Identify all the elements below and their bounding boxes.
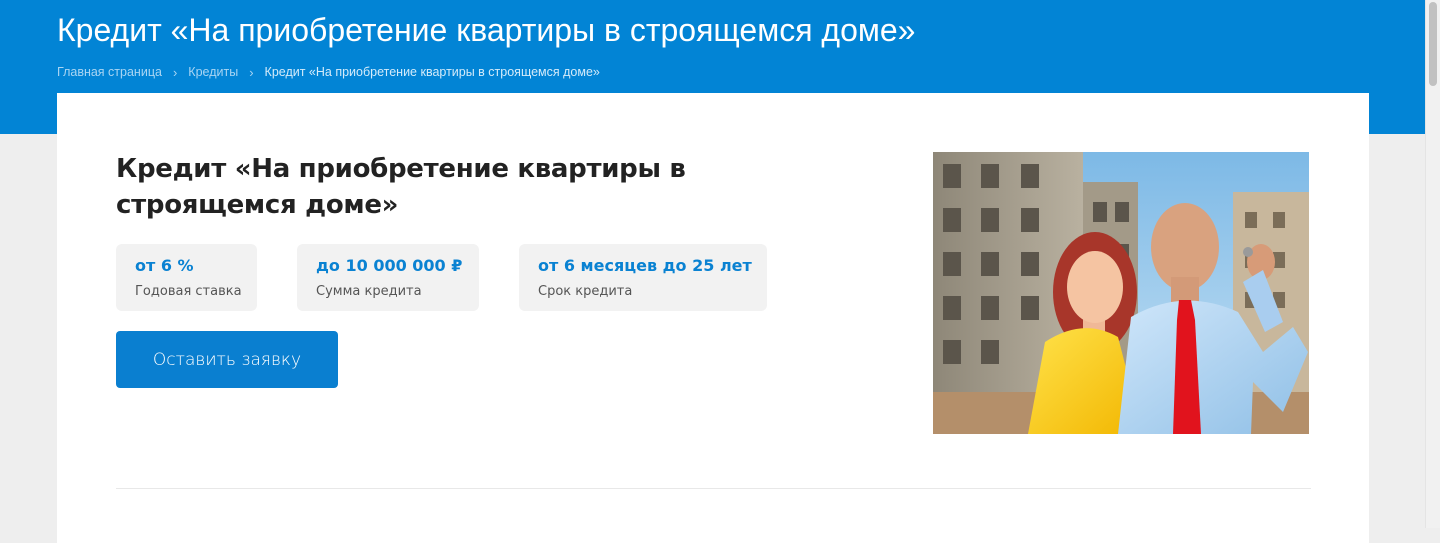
stat-rate-label: Годовая ставка (135, 284, 242, 299)
breadcrumb: Главная страница › Кредиты › Кредит «На … (57, 63, 600, 81)
stat-amount: до 10 000 000 ₽ Сумма кредита (297, 244, 479, 311)
couple-with-keys-photo (933, 152, 1309, 434)
breadcrumb-home[interactable]: Главная страница (57, 65, 162, 79)
breadcrumb-current: Кредит «На приобретение квартиры в строя… (264, 65, 600, 79)
breadcrumb-credits[interactable]: Кредиты (188, 65, 238, 79)
breadcrumb-separator: › (249, 64, 254, 80)
stat-amount-value: до 10 000 000 ₽ (316, 256, 463, 275)
stat-amount-label: Сумма кредита (316, 284, 422, 299)
stat-rate-value: от 6 % (135, 256, 194, 275)
breadcrumb-separator: › (172, 64, 178, 80)
stat-term-value: от 6 месяцев до 25 лет (538, 256, 752, 275)
section-divider (116, 488, 1311, 489)
stat-rate: от 6 % Годовая ставка (116, 244, 257, 311)
page-title: Кредит «На приобретение квартиры в строя… (57, 12, 916, 48)
product-card: Кредит «На приобретение квартиры в строя… (57, 93, 1369, 543)
product-title: Кредит «На приобретение квартиры в строя… (116, 154, 686, 220)
apply-button[interactable]: Оставить заявку (116, 331, 338, 388)
page-scrollbar[interactable] (1425, 0, 1440, 528)
scrollbar-thumb[interactable] (1429, 2, 1437, 86)
stat-term-label: Срок кредита (538, 284, 633, 299)
stat-term: от 6 месяцев до 25 лет Срок кредита (519, 244, 767, 311)
